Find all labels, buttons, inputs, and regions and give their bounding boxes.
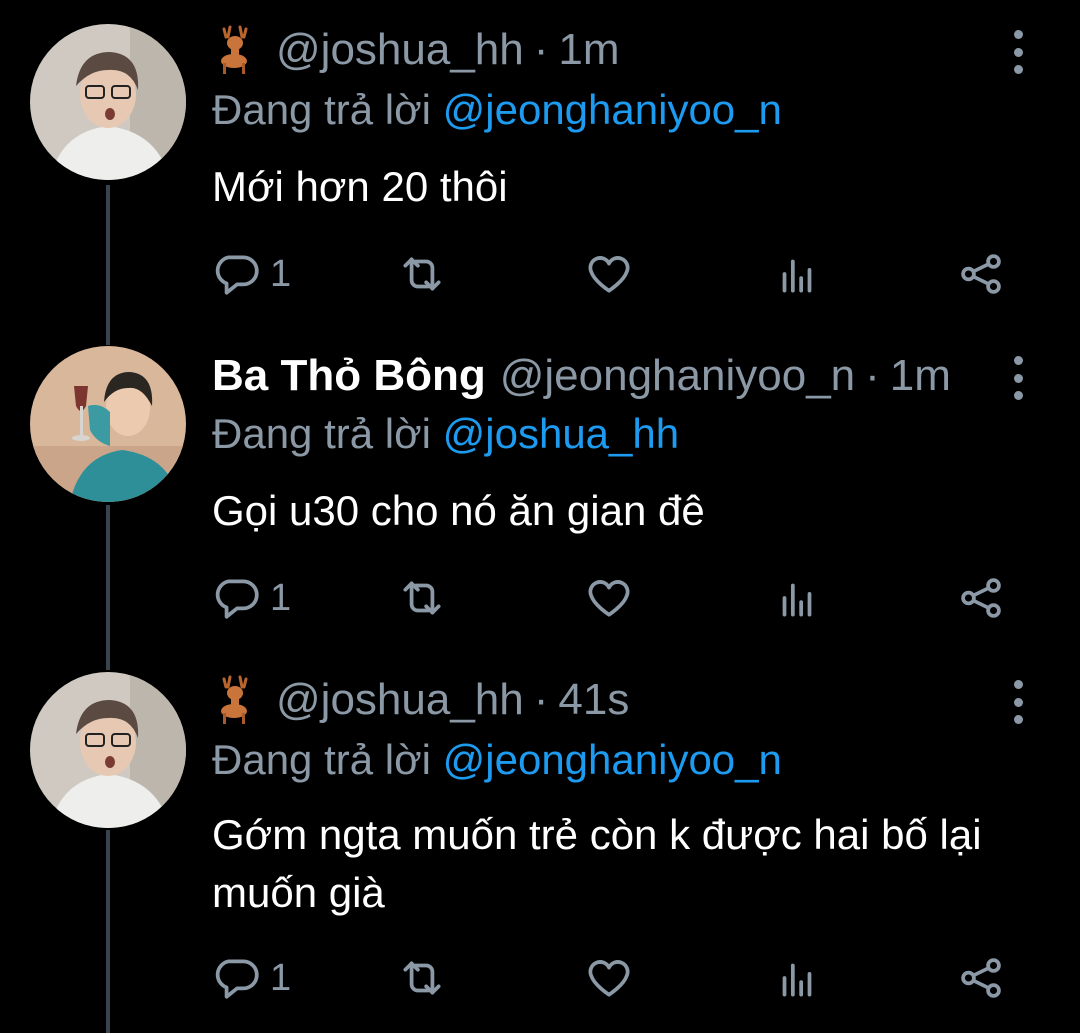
analytics-icon: [782, 963, 812, 997]
username-handle[interactable]: @joshua_hh: [276, 675, 524, 725]
avatar[interactable]: [30, 672, 186, 828]
share-icon: [961, 958, 1001, 998]
tweet[interactable]: @joshua_hh · 41s Đang trả lời @jeonghani…: [0, 0, 1080, 1033]
tweet-actions: 1: [212, 948, 1012, 1008]
heart-icon: [588, 960, 630, 997]
retweet-button[interactable]: [397, 948, 447, 1008]
reply-button[interactable]: 1: [212, 948, 291, 1008]
share-button[interactable]: [956, 948, 1006, 1008]
like-button[interactable]: [584, 948, 634, 1008]
retweet-icon: [403, 961, 441, 995]
deer-icon: [212, 675, 258, 725]
separator-dot: ·: [533, 675, 549, 724]
timestamp[interactable]: 41s: [558, 675, 629, 725]
replying-to-mention[interactable]: @jeonghaniyoo_n: [443, 736, 782, 783]
replying-to-label: Đang trả lời: [212, 736, 431, 783]
reply-count: 1: [270, 956, 292, 999]
analytics-button[interactable]: [772, 948, 822, 1008]
tweet-header: @joshua_hh · 41s: [212, 672, 1020, 728]
reply-icon: [215, 959, 259, 999]
more-options-button[interactable]: [1006, 672, 1030, 732]
tweet-text: Gớm ngta muốn trẻ còn k được hai bố lại …: [212, 811, 982, 916]
replying-to: Đang trả lời @jeonghaniyoo_n: [212, 736, 782, 784]
